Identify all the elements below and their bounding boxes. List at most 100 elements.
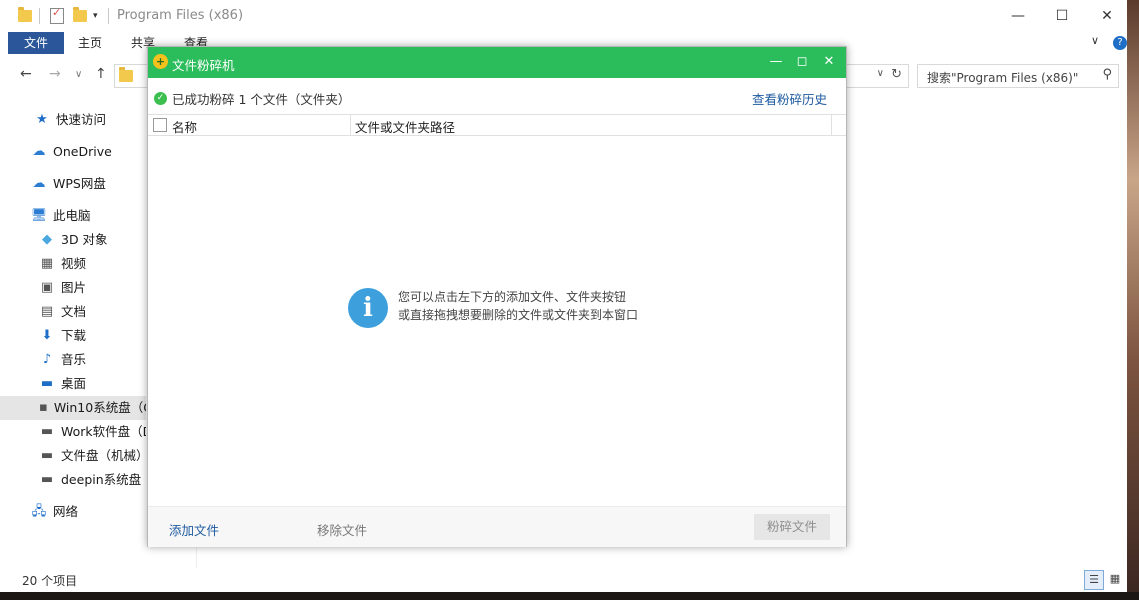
dialog-maximize-button[interactable]: ◻: [793, 53, 811, 71]
large-icons-view-icon[interactable]: ▦: [1106, 570, 1124, 588]
search-placeholder: 搜索"Program Files (x86)": [927, 71, 1079, 85]
file-explorer-window: ▾ Program Files (x86) — ☐ ✕ 文件 主页 共享 查看 …: [0, 0, 1127, 592]
folder-icon: [18, 7, 32, 22]
column-divider[interactable]: [831, 115, 832, 135]
dialog-minimize-button[interactable]: —: [767, 53, 785, 71]
help-icon[interactable]: ?: [1113, 36, 1127, 50]
back-button[interactable]: ←: [20, 66, 32, 82]
info-icon: i: [348, 288, 388, 328]
sidebar-item-pictures[interactable]: ▣ 图片: [39, 276, 86, 300]
sidebar-item-label: WPS网盘: [53, 176, 106, 191]
title-bar: ▾ Program Files (x86) — ☐ ✕: [0, 0, 1127, 32]
sidebar-item-network[interactable]: 🖧 网络: [31, 500, 78, 524]
sidebar-item-label: 视频: [61, 256, 87, 271]
dialog-close-button[interactable]: ✕: [820, 53, 838, 71]
navigation-pane: ★ 快速访问 ☁ OneDrive ☁ WPS网盘 🖥 此电脑 ◆ 3D 对象 …: [0, 104, 146, 559]
sidebar-item-win10-drive[interactable]: ▪ Win10系统盘（C: [0, 396, 146, 420]
tab-file[interactable]: 文件: [8, 32, 64, 54]
column-header-path[interactable]: 文件或文件夹路径: [355, 117, 455, 136]
view-history-link[interactable]: 查看粉碎历史: [752, 89, 827, 108]
shred-file-button[interactable]: 粉碎文件: [754, 514, 830, 540]
add-file-button[interactable]: 添加文件: [169, 520, 219, 539]
film-icon: ▦: [40, 256, 54, 271]
network-icon: 🖧: [31, 504, 47, 519]
tab-home[interactable]: 主页: [74, 32, 106, 54]
new-folder-icon: [73, 7, 87, 22]
search-icon: ⚲: [1102, 67, 1112, 82]
sidebar-item-label: OneDrive: [53, 144, 112, 159]
file-shredder-dialog: + 文件粉碎机 — ◻ ✕ ✓ 已成功粉碎 1 个文件（文件夹） 查看粉碎历史 …: [147, 46, 847, 547]
sidebar-item-label: 下载: [61, 328, 87, 343]
sidebar-item-work-drive[interactable]: ▬ Work软件盘（D: [39, 420, 146, 444]
dialog-title-bar: + 文件粉碎机 — ◻ ✕: [148, 47, 846, 78]
forward-button[interactable]: →: [49, 66, 61, 82]
cloud-icon: ☁: [32, 176, 46, 191]
refresh-icon[interactable]: ↻: [891, 67, 902, 82]
sidebar-item-label: 桌面: [61, 376, 87, 391]
taskbar-edge: [0, 592, 1139, 600]
select-all-checkbox[interactable]: [153, 118, 167, 132]
sidebar-item-videos[interactable]: ▦ 视频: [39, 252, 86, 276]
sidebar-item-3d-objects[interactable]: ◆ 3D 对象: [39, 228, 108, 252]
picture-icon: ▣: [40, 280, 54, 295]
sidebar-item-documents[interactable]: ▤ 文档: [39, 300, 86, 324]
computer-icon: 🖥: [30, 208, 48, 223]
sidebar-item-label: Work软件盘（D: [61, 424, 146, 439]
toolbar-separator: [108, 8, 109, 24]
window-title: Program Files (x86): [117, 8, 244, 23]
column-divider[interactable]: [350, 115, 351, 135]
sidebar-item-label: 文档: [61, 304, 87, 319]
system-drive-icon: ▪: [39, 400, 48, 415]
search-input[interactable]: 搜索"Program Files (x86)" ⚲: [917, 64, 1119, 88]
empty-hint-line2: 或直接拖拽想要删除的文件或文件夹到本窗口: [398, 308, 639, 322]
star-icon: ★: [36, 112, 48, 127]
drive-icon: ▬: [40, 448, 54, 463]
item-count-status: 20 个项目: [22, 574, 78, 588]
up-button[interactable]: ↑: [95, 66, 107, 82]
close-button[interactable]: ✕: [1084, 0, 1130, 32]
folder-icon: [119, 67, 133, 82]
sidebar-item-label: 图片: [61, 280, 87, 295]
shredder-logo-icon: +: [153, 54, 168, 69]
sidebar-item-wps-cloud[interactable]: ☁ WPS网盘: [31, 172, 106, 196]
sidebar-item-label: 3D 对象: [61, 232, 108, 247]
sidebar-item-desktop[interactable]: ▬ 桌面: [39, 372, 86, 396]
onedrive-icon: ☁: [32, 144, 46, 159]
sidebar-item-downloads[interactable]: ⬇ 下载: [39, 324, 86, 348]
sidebar-item-file-drive[interactable]: ▬ 文件盘（机械）: [39, 444, 146, 468]
sidebar-item-onedrive[interactable]: ☁ OneDrive: [31, 140, 112, 164]
column-header-name[interactable]: 名称: [172, 117, 197, 136]
toolbar-separator: [39, 8, 40, 24]
quick-access-folder-icon[interactable]: [18, 7, 32, 25]
remove-file-button[interactable]: 移除文件: [317, 520, 367, 539]
maximize-button[interactable]: ☐: [1039, 0, 1085, 32]
properties-icon: [50, 6, 64, 24]
sidebar-item-music[interactable]: ♪ 音乐: [39, 348, 86, 372]
success-check-icon: ✓: [154, 92, 167, 105]
sidebar-item-label: deepin系统盘（: [61, 472, 146, 487]
sidebar-item-deepin-drive[interactable]: ▬ deepin系统盘（: [39, 468, 146, 492]
new-folder-button[interactable]: [73, 7, 87, 25]
dialog-footer: 添加文件 移除文件 粉碎文件: [148, 506, 846, 547]
properties-button[interactable]: [50, 6, 64, 25]
shred-status: ✓ 已成功粉碎 1 个文件（文件夹）: [154, 89, 350, 108]
file-list-header: 名称 文件或文件夹路径: [148, 114, 846, 136]
sidebar-item-label: 快速访问: [56, 112, 107, 127]
minimize-button[interactable]: —: [995, 0, 1041, 32]
ribbon-collapse-icon[interactable]: ∨: [1091, 34, 1099, 47]
customize-toolbar-dropdown[interactable]: ▾: [93, 7, 98, 25]
sidebar-item-this-pc[interactable]: 🖥 此电脑: [31, 204, 91, 228]
sidebar-item-label: 文件盘（机械）: [61, 448, 146, 463]
music-icon: ♪: [42, 352, 52, 367]
sidebar-item-label: Win10系统盘（C: [53, 400, 146, 415]
sidebar-item-label: 此电脑: [53, 208, 91, 223]
address-dropdown-icon[interactable]: ∨: [877, 68, 884, 79]
sidebar-item-label: 网络: [53, 504, 79, 519]
dialog-title: 文件粉碎机: [172, 58, 235, 73]
shred-status-text: 已成功粉碎 1 个文件（文件夹）: [172, 92, 351, 107]
recent-locations-dropdown[interactable]: ∨: [75, 69, 82, 80]
sidebar-item-quick-access[interactable]: ★ 快速访问: [34, 108, 106, 132]
details-view-icon[interactable]: ☰: [1084, 570, 1104, 590]
drive-icon: ▬: [40, 424, 54, 439]
download-icon: ⬇: [41, 328, 53, 343]
